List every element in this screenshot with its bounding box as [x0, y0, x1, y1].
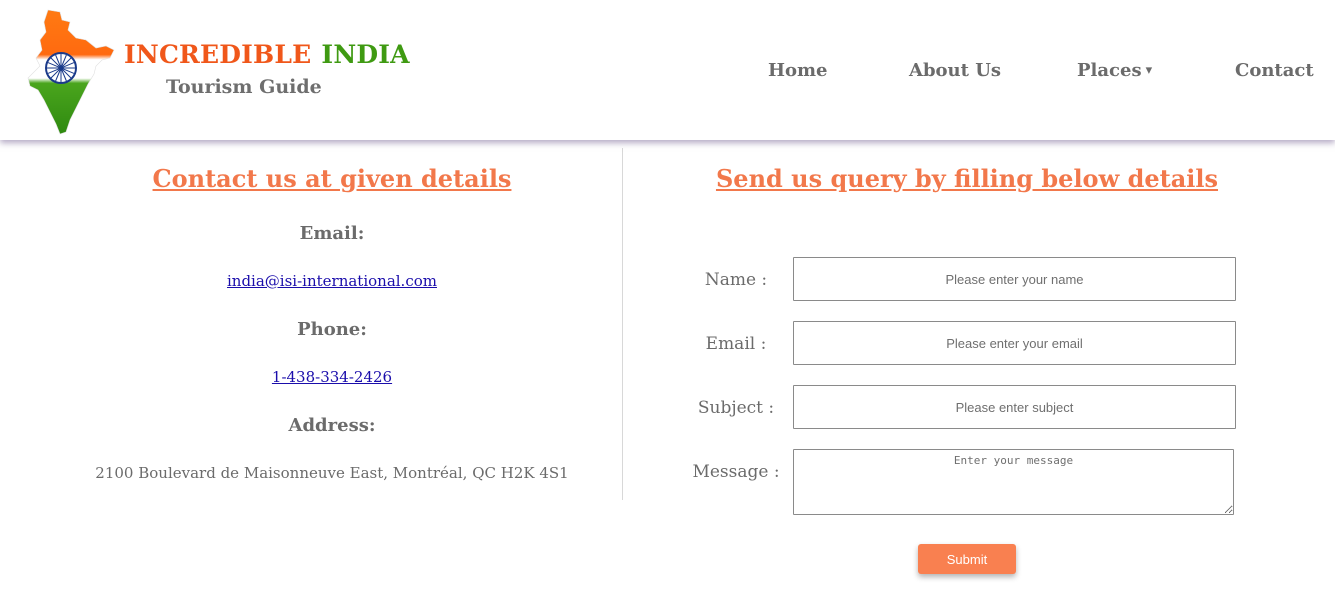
nav-places-label: Places — [1077, 60, 1142, 81]
email-field-label: Email : — [705, 334, 767, 354]
india-map-flag-icon[interactable] — [26, 8, 118, 136]
subject-input[interactable] — [793, 385, 1236, 429]
query-form-heading: Send us query by filling below details — [715, 164, 1219, 193]
message-textarea[interactable] — [793, 449, 1234, 515]
site-header: INCREDIBLE INDIA Tourism Guide Home About… — [0, 0, 1335, 140]
phone-link-row: 1-438-334-2426 — [0, 368, 664, 386]
email-link[interactable]: india@isi-international.com — [227, 272, 437, 290]
column-divider — [622, 148, 623, 500]
message-label: Message : — [692, 462, 780, 482]
address-text: 2100 Boulevard de Maisonneuve East, Mont… — [95, 464, 569, 482]
email-label: Email: — [299, 223, 365, 244]
nav-contact-label: Contact — [1235, 60, 1314, 81]
nav-home-label: Home — [768, 60, 828, 81]
nav-home[interactable]: Home — [768, 60, 828, 81]
caret-down-icon: ▾ — [1145, 63, 1153, 78]
brand-title-word1: INCREDIBLE — [124, 40, 312, 69]
contact-details-heading: Contact us at given details — [152, 164, 512, 193]
address-label: Address: — [288, 415, 376, 436]
phone-link[interactable]: 1-438-334-2426 — [272, 368, 392, 386]
nav-about-us[interactable]: About Us — [909, 60, 1001, 81]
brand-subtitle: Tourism Guide — [166, 76, 322, 98]
submit-button[interactable]: Submit — [918, 544, 1016, 574]
nav-places[interactable]: Places ▾ — [1077, 60, 1152, 81]
name-input[interactable] — [793, 257, 1236, 301]
nav-contact[interactable]: Contact — [1235, 60, 1314, 81]
name-label: Name : — [704, 270, 768, 290]
email-link-row: india@isi-international.com — [0, 272, 664, 290]
email-input[interactable] — [793, 321, 1236, 365]
phone-label: Phone: — [297, 319, 367, 340]
nav-about-us-label: About Us — [909, 60, 1002, 81]
subject-label: Subject : — [697, 398, 775, 418]
brand-title-word2: INDIA — [321, 40, 410, 69]
brand-title: INCREDIBLE INDIA — [124, 40, 410, 69]
